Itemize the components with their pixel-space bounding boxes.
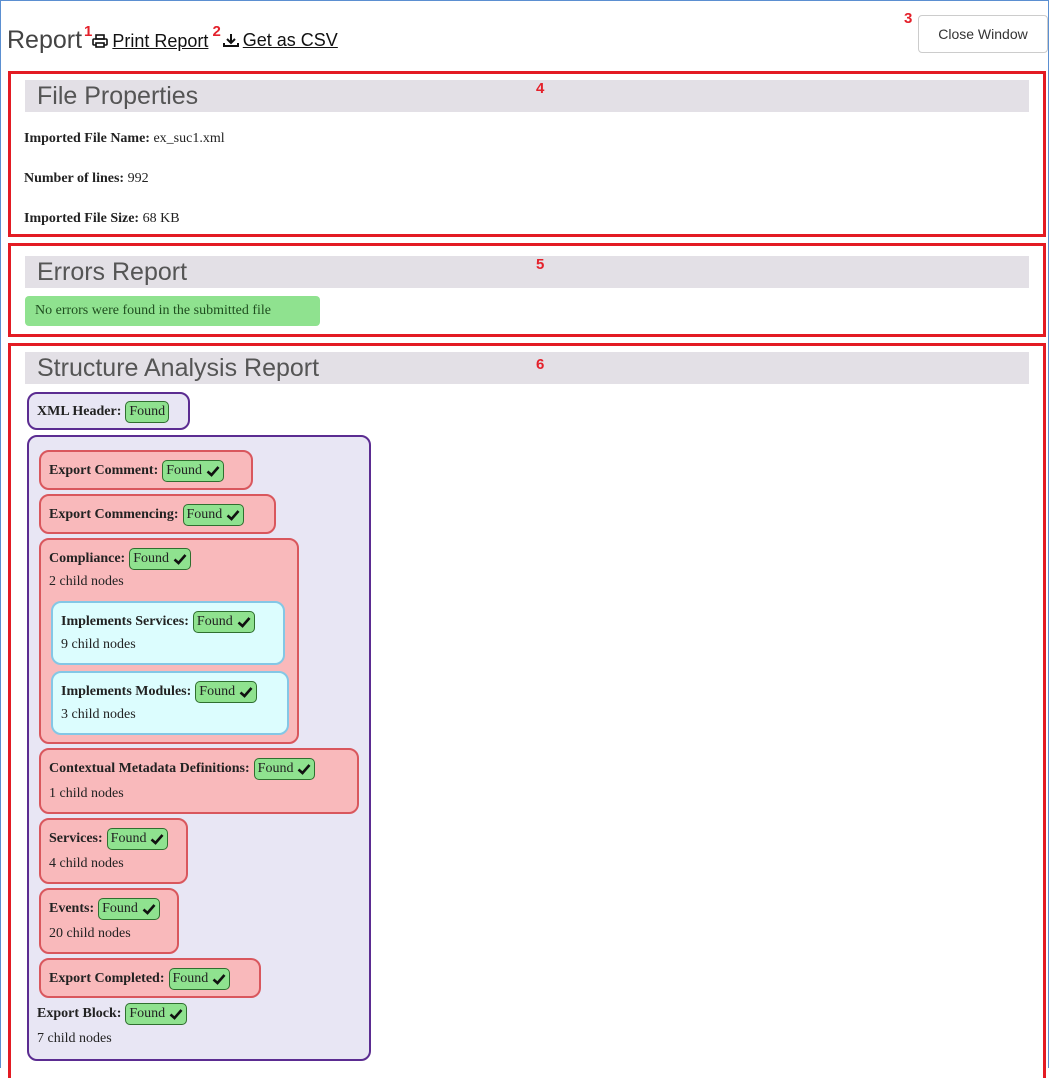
structure-analysis-section: Structure Analysis Report 6 XML Header: … <box>8 343 1046 1078</box>
node-label: Export Completed: <box>49 971 165 986</box>
tree-node-export-completed: Export Completed: Found <box>39 958 261 998</box>
check-icon <box>239 687 253 698</box>
node-label: XML Header: <box>37 404 122 419</box>
tree-node-implements-services: Implements Services: Found 9 child nodes <box>51 601 285 665</box>
print-report-link[interactable]: Print Report <box>92 31 208 52</box>
file-name-label: Imported File Name: <box>24 131 150 146</box>
found-badge: Found <box>125 1003 188 1025</box>
line-count-label: Number of lines: <box>24 171 125 186</box>
found-badge: Found <box>98 898 160 920</box>
print-report-label: Print Report <box>112 30 209 51</box>
file-name-row: Imported File Name: ex_suc1.xml <box>24 131 225 147</box>
report-header: Report 1 Print Report 2 Get as CSV <box>7 23 338 55</box>
check-icon <box>237 617 251 628</box>
file-properties-section: File Properties 4 Imported File Name: ex… <box>8 71 1046 237</box>
errors-report-heading: Errors Report <box>25 256 1029 288</box>
check-icon <box>226 510 240 521</box>
annotation-marker-1: 1 <box>84 23 93 40</box>
annotation-marker-2: 2 <box>212 23 221 40</box>
check-icon <box>169 1009 183 1020</box>
tree-node-services: Services: Found 4 child nodes <box>39 818 188 884</box>
child-count: 2 child nodes <box>49 574 124 589</box>
get-csv-label: Get as CSV <box>242 30 338 50</box>
close-window-button[interactable]: Close Window <box>918 15 1048 53</box>
annotation-marker-3: 3 <box>904 10 913 27</box>
tree-node-events: Events: Found 20 child nodes <box>39 888 179 954</box>
found-badge: Found <box>129 548 192 570</box>
check-icon <box>151 834 164 845</box>
file-name-value: ex_suc1.xml <box>153 131 225 146</box>
file-size-value: 68 KB <box>142 211 180 226</box>
child-count: 20 child nodes <box>49 926 131 941</box>
print-icon <box>92 34 109 48</box>
no-errors-alert: No errors were found in the submitted fi… <box>25 296 320 326</box>
node-label: Compliance: <box>49 551 126 566</box>
file-properties-heading: File Properties <box>25 80 1029 112</box>
tree-node-xml-header: XML Header: Found <box>27 392 190 430</box>
found-badge: Found <box>182 504 245 526</box>
line-count-row: Number of lines: 992 <box>24 171 149 187</box>
found-badge: Found <box>168 968 231 990</box>
download-icon <box>222 34 239 47</box>
found-badge: Found <box>195 681 258 703</box>
tree-node-export-block: Export Comment: Found Export Commencing:… <box>27 435 371 1061</box>
check-icon <box>206 466 220 477</box>
get-csv-link[interactable]: Get as CSV <box>222 30 338 51</box>
export-block-title: Export Block: Found <box>37 1003 188 1025</box>
check-icon <box>142 904 156 915</box>
child-count: 4 child nodes <box>49 856 124 871</box>
child-count: 1 child nodes <box>49 786 124 801</box>
found-badge: Found <box>253 758 316 780</box>
check-icon <box>212 974 226 985</box>
annotation-marker-5: 5 <box>536 256 545 273</box>
file-size-row: Imported File Size: 68 KB <box>24 211 180 227</box>
child-count: 9 child nodes <box>61 637 136 652</box>
errors-report-section: Errors Report 5 No errors were found in … <box>8 243 1046 337</box>
child-count: 7 child nodes <box>37 1031 112 1046</box>
found-badge: Found <box>106 828 169 850</box>
tree-node-export-commencing: Export Commencing: Found <box>39 494 276 534</box>
tree-node-export-comment: Export Comment: Found <box>39 450 253 490</box>
node-label: Contextual Metadata Definitions: <box>49 761 250 776</box>
node-label: Export Commencing: <box>49 507 179 522</box>
page-title: Report <box>7 26 83 54</box>
node-label: Services: <box>49 831 103 846</box>
found-badge: Found <box>162 460 225 482</box>
structure-analysis-heading: Structure Analysis Report <box>25 352 1029 384</box>
node-label: Events: <box>49 901 95 916</box>
node-label: Export Block: <box>37 1006 122 1021</box>
tree-node-contextual-metadata: Contextual Metadata Definitions: Found 1… <box>39 748 359 814</box>
annotation-marker-4: 4 <box>536 80 545 97</box>
node-label: Export Comment: <box>49 463 159 478</box>
line-count-value: 992 <box>127 171 149 186</box>
found-badge: Found <box>125 401 170 423</box>
node-label: Implements Modules: <box>61 684 192 699</box>
node-label: Implements Services: <box>61 614 189 629</box>
child-count: 3 child nodes <box>61 707 136 722</box>
check-icon <box>298 764 311 775</box>
found-badge: Found <box>192 611 255 633</box>
tree-node-compliance: Compliance: Found 2 child nodes Implemen… <box>39 538 299 744</box>
file-size-label: Imported File Size: <box>24 211 140 226</box>
annotation-marker-6: 6 <box>536 356 545 373</box>
tree-node-implements-modules: Implements Modules: Found 3 child nodes <box>51 671 289 735</box>
check-icon <box>173 554 187 565</box>
